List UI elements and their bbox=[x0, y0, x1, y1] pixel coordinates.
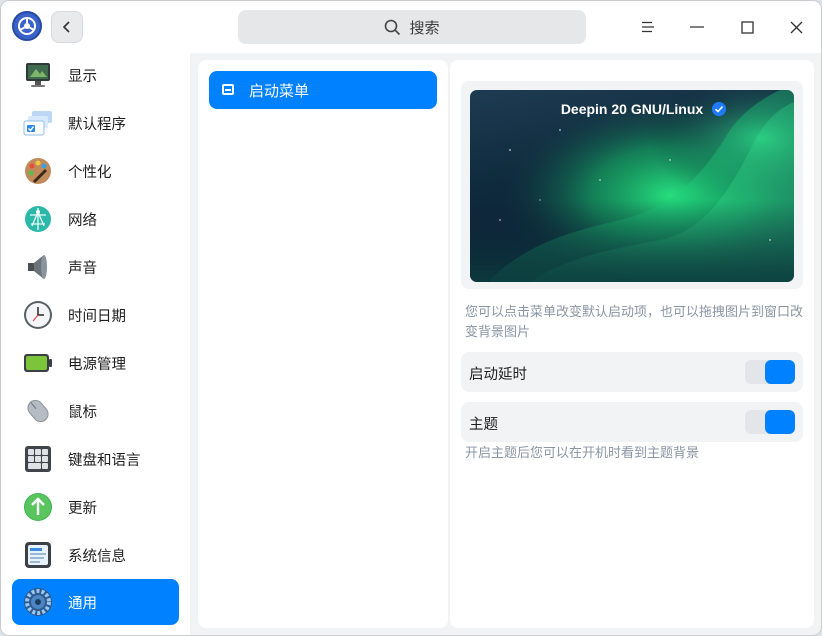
boot-menu-item[interactable]: 启动菜单 bbox=[209, 71, 437, 109]
boot-delay-toggle[interactable] bbox=[745, 360, 795, 384]
control-center-window: 搜索 显示 默认程序 个性化 网络 声音 时间日期 电源管理 鼠标 键盘和语言 … bbox=[0, 0, 822, 636]
boot-entry-label: Deepin 20 GNU/Linux bbox=[560, 101, 704, 117]
sidebar-item-personalization[interactable]: 个性化 bbox=[12, 148, 179, 194]
boot-menu-label: 启动菜单 bbox=[249, 82, 310, 100]
search-placeholder: 搜索 bbox=[409, 18, 440, 37]
sidebar-item-label: 电源管理 bbox=[68, 357, 126, 373]
minimize-button[interactable] bbox=[681, 11, 713, 43]
sidebar-item-label: 默认程序 bbox=[68, 117, 126, 133]
sidebar-item-power[interactable]: 电源管理 bbox=[12, 340, 179, 386]
sidebar-item-default-apps[interactable]: 默认程序 bbox=[12, 100, 179, 146]
sidebar-item-label: 鼠标 bbox=[68, 405, 97, 421]
sidebar-item-mouse[interactable]: 鼠标 bbox=[12, 388, 179, 434]
sidebar-item-label: 网络 bbox=[68, 213, 97, 229]
theme-row: 主题 bbox=[461, 402, 803, 442]
boot-delay-label: 启动延时 bbox=[469, 367, 527, 383]
deepin-logo-icon bbox=[12, 11, 42, 41]
sidebar-item-label: 显示 bbox=[68, 69, 97, 85]
boot-background-preview[interactable]: Deepin 20 GNU/Linux bbox=[470, 90, 794, 282]
sidebar-item-system-info[interactable]: 系统信息 bbox=[12, 532, 179, 578]
search-icon bbox=[385, 19, 401, 35]
selected-check-icon bbox=[712, 102, 726, 116]
chevron-left-icon bbox=[62, 21, 70, 33]
boot-preview-card: Deepin 20 GNU/Linux bbox=[461, 81, 803, 289]
sidebar-item-label: 时间日期 bbox=[68, 309, 126, 325]
aurora-background-image bbox=[470, 90, 794, 282]
keyboard-icon bbox=[25, 446, 51, 472]
close-button[interactable] bbox=[780, 11, 812, 43]
default-apps-icon bbox=[23, 111, 52, 136]
monitor-icon bbox=[26, 63, 50, 87]
sidebar-item-sound[interactable]: 声音 bbox=[12, 244, 179, 290]
sidebar-item-label: 更新 bbox=[68, 501, 97, 517]
sidebar: 显示 默认程序 个性化 网络 声音 时间日期 电源管理 鼠标 键盘和语言 更新 … bbox=[1, 52, 190, 635]
network-icon bbox=[25, 206, 51, 232]
boot-menu-settings: Deepin 20 GNU/Linux 您可以点击菜单改变默认启动项，也可以拖拽… bbox=[450, 60, 814, 628]
sidebar-item-label: 通用 bbox=[68, 596, 97, 612]
back-button[interactable] bbox=[51, 11, 83, 43]
sidebar-item-keyboard[interactable]: 键盘和语言 bbox=[12, 436, 179, 482]
boot-menu-icon bbox=[222, 84, 234, 95]
sidebar-item-label: 系统信息 bbox=[68, 549, 126, 565]
general-gear-icon bbox=[24, 588, 52, 616]
minimize-icon bbox=[690, 26, 704, 28]
menu-button[interactable] bbox=[632, 11, 664, 43]
toggle-knob bbox=[765, 410, 795, 434]
maximize-button[interactable] bbox=[731, 11, 763, 43]
sidebar-item-label: 键盘和语言 bbox=[68, 453, 141, 469]
speaker-icon bbox=[28, 255, 47, 279]
title-bar: 搜索 bbox=[1, 1, 821, 53]
sidebar-item-label: 个性化 bbox=[68, 165, 112, 181]
sidebar-item-label: 声音 bbox=[68, 261, 97, 277]
sidebar-item-general[interactable]: 通用 bbox=[12, 579, 179, 625]
sidebar-item-datetime[interactable]: 时间日期 bbox=[12, 292, 179, 338]
maximize-icon bbox=[740, 20, 754, 34]
battery-icon bbox=[24, 354, 52, 372]
boot-hint-text: 您可以点击菜单改变默认启动项，也可以拖拽图片到窗口改变背景图片 bbox=[465, 305, 804, 340]
system-info-icon bbox=[25, 542, 51, 568]
update-icon bbox=[24, 493, 52, 521]
theme-hint-text: 开启主题后您可以在开机时看到主题背景 bbox=[465, 446, 700, 461]
theme-toggle[interactable] bbox=[745, 410, 795, 434]
clock-icon bbox=[24, 301, 52, 329]
mouse-icon bbox=[27, 399, 49, 423]
sidebar-item-display[interactable]: 显示 bbox=[12, 52, 179, 98]
palette-icon bbox=[25, 158, 51, 184]
toggle-knob bbox=[765, 360, 795, 384]
sidebar-item-update[interactable]: 更新 bbox=[12, 484, 179, 530]
search-input[interactable]: 搜索 bbox=[238, 10, 586, 44]
sub-menu-panel: 启动菜单 bbox=[198, 60, 448, 628]
close-icon bbox=[790, 21, 802, 33]
hamburger-menu-icon bbox=[642, 21, 654, 33]
boot-delay-row: 启动延时 bbox=[461, 352, 803, 392]
theme-label: 主题 bbox=[469, 417, 498, 433]
sidebar-item-network[interactable]: 网络 bbox=[12, 196, 179, 242]
